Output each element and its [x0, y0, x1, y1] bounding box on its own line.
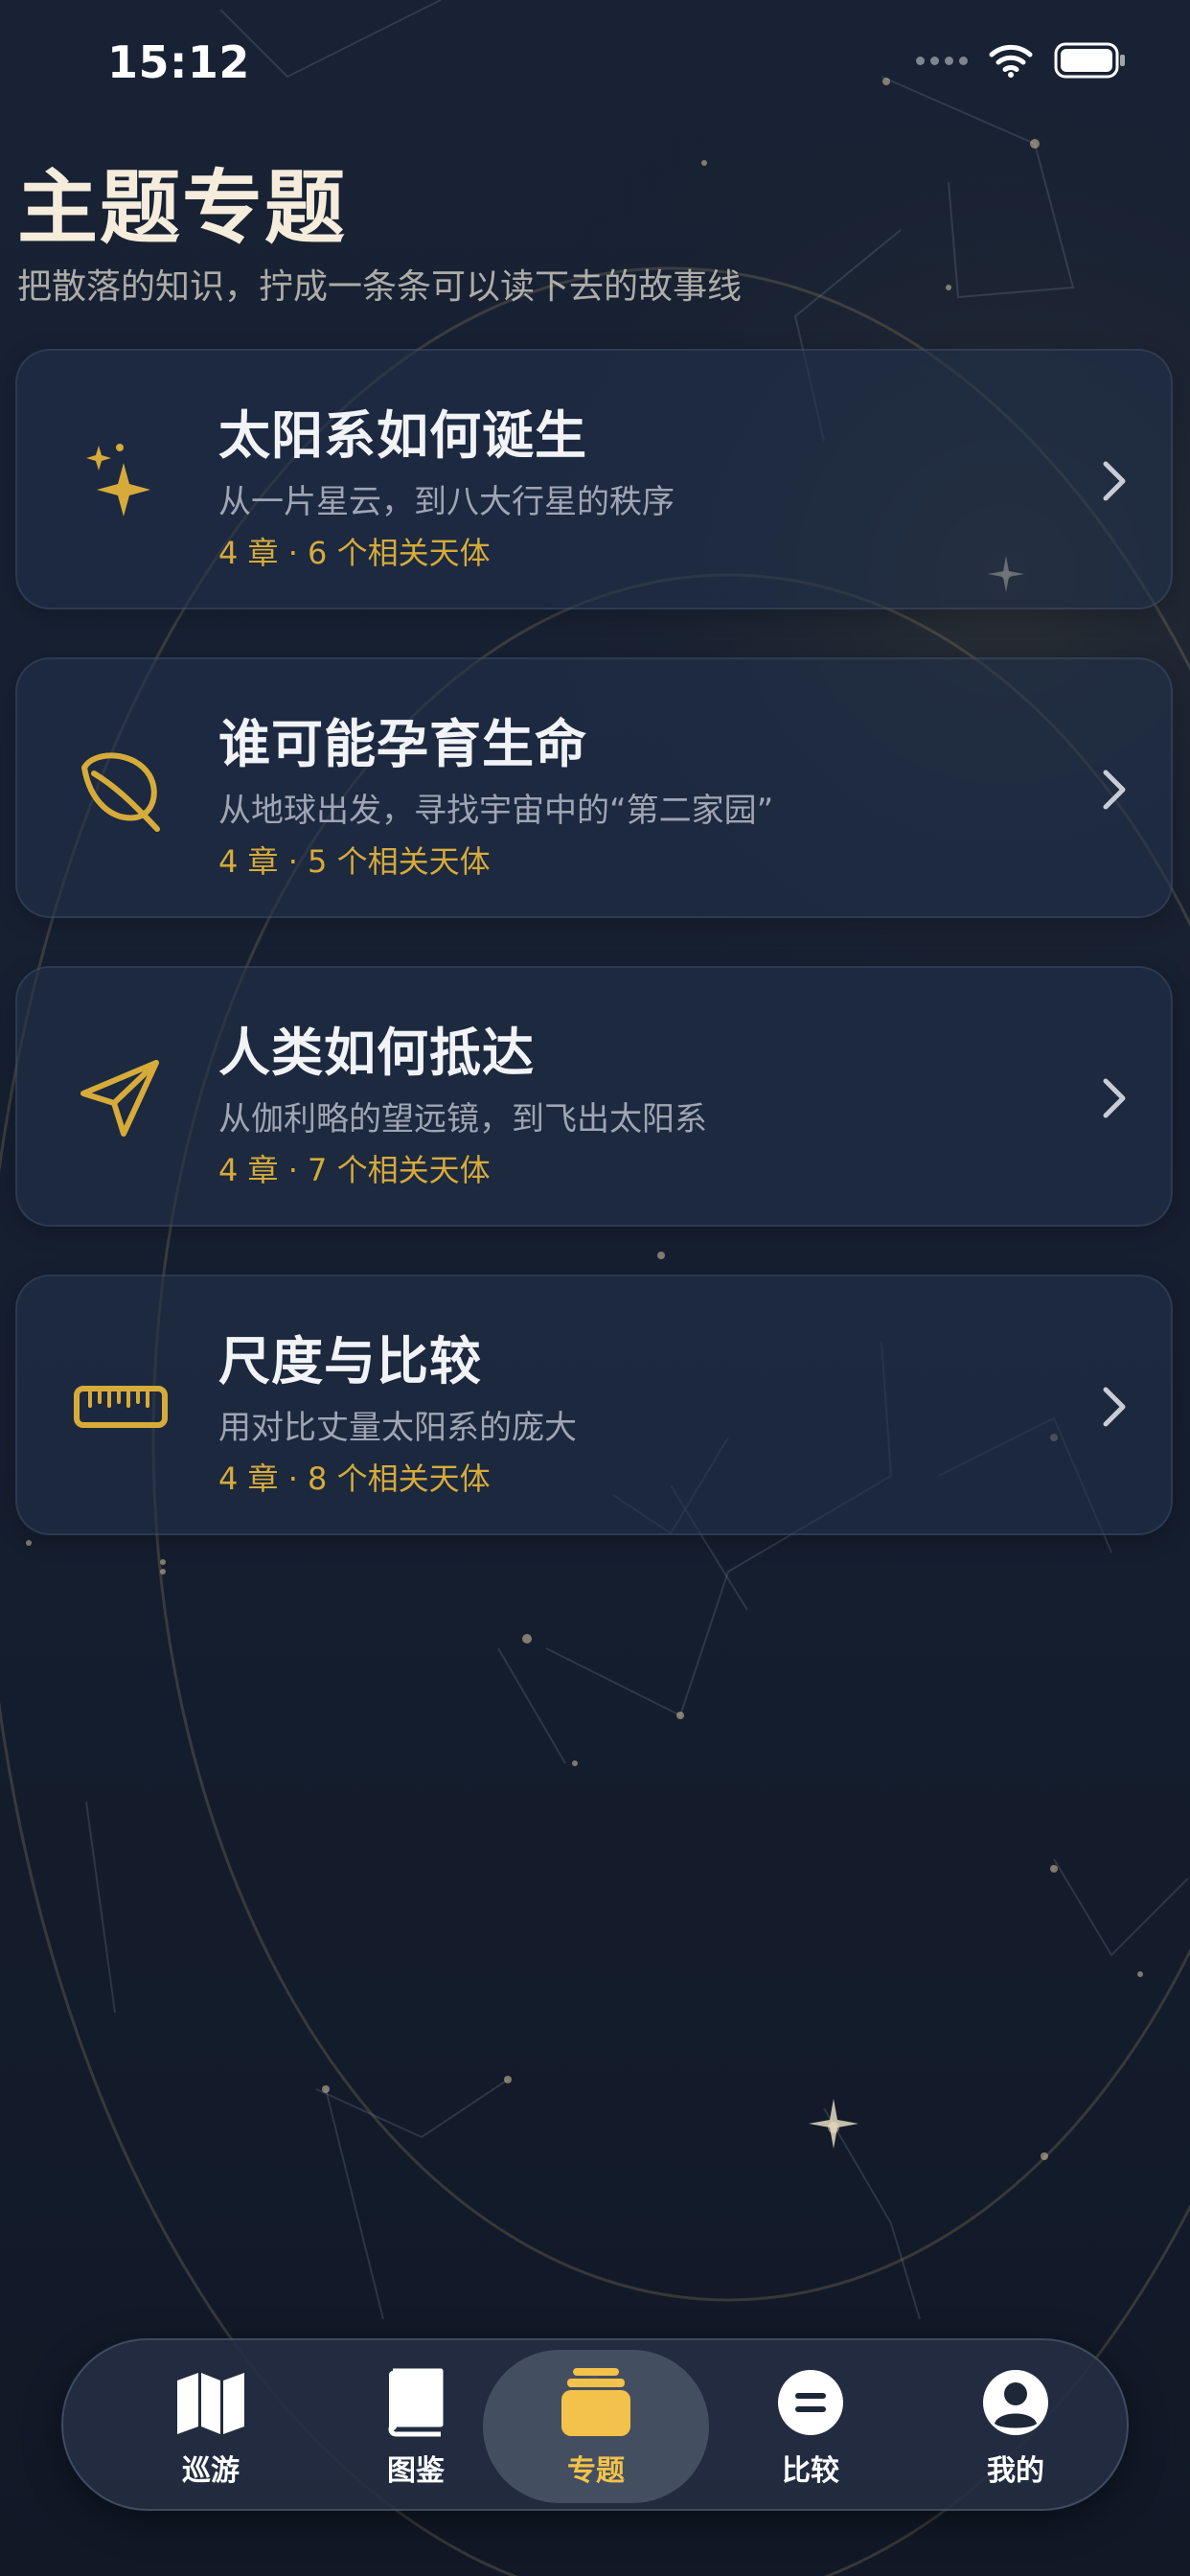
- chevron-right-icon: [1103, 1078, 1126, 1118]
- topic-description: 从一片星云，到八大行星的秩序: [218, 483, 675, 521]
- equals-circle-icon: [772, 2364, 849, 2441]
- leaf-icon: [73, 742, 169, 838]
- topic-title: 人类如何抵达: [218, 1023, 535, 1083]
- ruler-icon: [73, 1359, 169, 1455]
- topic-meta: 4 章 · 6 个相关天体: [218, 535, 491, 571]
- chevron-right-icon: [1103, 1387, 1126, 1427]
- tab-compare[interactable]: 比较: [698, 2350, 924, 2503]
- tab-label: 比较: [782, 2454, 839, 2488]
- tab-profile[interactable]: 我的: [903, 2350, 1129, 2503]
- battery-icon: [1054, 42, 1125, 79]
- book-icon: [378, 2364, 454, 2441]
- tab-label: 专题: [567, 2454, 625, 2488]
- tab-explore[interactable]: 巡游: [98, 2350, 324, 2503]
- map-icon: [172, 2364, 249, 2441]
- tab-bar: 巡游 图鉴 专题 比较 我的: [61, 2338, 1129, 2511]
- topic-meta: 4 章 · 7 个相关天体: [218, 1152, 491, 1188]
- page-subtitle: 把散落的知识，拧成一条条可以读下去的故事线: [17, 267, 743, 307]
- topic-description: 用对比丈量太阳系的庞大: [218, 1409, 577, 1447]
- status-time: 15:12: [107, 36, 250, 88]
- topic-meta: 4 章 · 8 个相关天体: [218, 1460, 491, 1497]
- chevron-right-icon: [1103, 461, 1126, 501]
- tab-label: 巡游: [182, 2454, 240, 2488]
- topic-card-solar-system-birth[interactable]: 太阳系如何诞生 从一片星云，到八大行星的秩序 4 章 · 6 个相关天体: [15, 349, 1173, 610]
- topic-card-scale[interactable]: 尺度与比较 用对比丈量太阳系的庞大 4 章 · 8 个相关天体: [15, 1275, 1173, 1535]
- wifi-icon: [989, 44, 1033, 78]
- chevron-right-icon: [1103, 770, 1126, 810]
- stack-icon: [558, 2364, 634, 2441]
- topic-meta: 4 章 · 5 个相关天体: [218, 843, 491, 880]
- topic-description: 从伽利略的望远镜，到飞出太阳系: [218, 1100, 707, 1138]
- topic-card-reaching[interactable]: 人类如何抵达 从伽利略的望远镜，到飞出太阳系 4 章 · 7 个相关天体: [15, 966, 1173, 1227]
- tab-label: 我的: [987, 2454, 1044, 2488]
- cellular-signal-icon: [916, 56, 968, 65]
- status-indicators: [916, 42, 1127, 79]
- paper-plane-icon: [73, 1050, 169, 1146]
- sparkles-icon: [73, 433, 169, 529]
- topic-title: 太阳系如何诞生: [218, 405, 587, 466]
- topic-title: 谁可能孕育生命: [218, 714, 587, 774]
- topic-title: 尺度与比较: [218, 1331, 482, 1392]
- tab-label: 图鉴: [387, 2454, 445, 2488]
- tab-topics[interactable]: 专题: [483, 2350, 709, 2503]
- person-circle-icon: [977, 2364, 1054, 2441]
- topic-description: 从地球出发，寻找宇宙中的“第二家园”: [218, 792, 774, 830]
- page-title: 主题专题: [17, 161, 348, 255]
- topic-card-life[interactable]: 谁可能孕育生命 从地球出发，寻找宇宙中的“第二家园” 4 章 · 5 个相关天体: [15, 657, 1173, 918]
